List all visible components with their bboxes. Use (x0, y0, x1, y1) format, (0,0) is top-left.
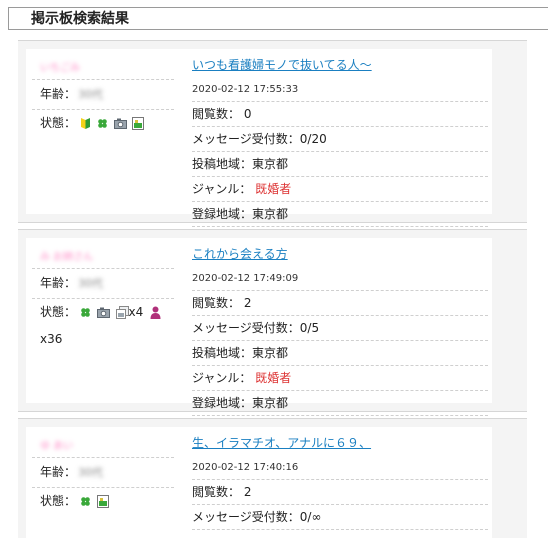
poster-info: み お姉さん 年齢： 30代 状態： x4 x36 (32, 238, 174, 346)
clover-icon (80, 496, 91, 507)
views-row: 閲覧数： 0 (192, 102, 488, 127)
post-details: これから会える方 2020-02-12 17:49:09 閲覧数： 2 メッセー… (192, 238, 488, 416)
views-label: 閲覧数： (192, 107, 241, 121)
person-icon (150, 306, 161, 319)
nickname[interactable]: ゆ あい (40, 437, 73, 452)
age-label: 年齢： (40, 465, 77, 479)
page-title: 掲示板検索結果 (8, 7, 548, 30)
photo-count: x4 (128, 305, 144, 319)
camera-icon (96, 307, 110, 318)
post-card: ゆ あい 年齢： 30代 状態： 生、イラマチオ、アナルに６９、 2020-02-… (18, 418, 527, 538)
post-area-value: 東京都 (252, 157, 289, 171)
status-label: 状態： (40, 116, 77, 130)
messages-row: メッセージ受付数：0/20 (192, 127, 488, 152)
post-inner: いちごみ 年齢： 30代 状態： いつも看護婦モノで抜いてる人～ 2020-02… (26, 49, 492, 227)
nickname-row: み お姉さん (32, 238, 174, 269)
views-row: 閲覧数： 2 (192, 480, 488, 505)
reg-area-row: 登録地域：東京都 (192, 391, 488, 416)
messages-value: 0/5 (299, 321, 320, 335)
reg-area-label: 登録地域： (192, 207, 253, 221)
messages-label: メッセージ受付数： (192, 321, 300, 335)
post-area-row: 投稿地域：東京都 (192, 341, 488, 366)
photo-icon (96, 495, 109, 508)
post-title-link[interactable]: いつも看護婦モノで抜いてる人～ (192, 49, 488, 79)
age-label: 年齢： (40, 276, 77, 290)
nickname[interactable]: み お姉さん (40, 248, 93, 263)
post-inner: ゆ あい 年齢： 30代 状態： 生、イラマチオ、アナルに６９、 2020-02-… (26, 427, 492, 538)
nickname-row: ゆ あい (32, 427, 174, 458)
reg-area-value: 東京都 (252, 207, 289, 221)
views-value: 0 (243, 107, 252, 121)
messages-label: メッセージ受付数： (192, 510, 300, 524)
beginner-icon (80, 117, 91, 130)
clover-icon (97, 118, 108, 129)
status-row: 状態： (32, 110, 174, 139)
poster-info: ゆ あい 年齢： 30代 状態： (32, 427, 174, 517)
reg-area-label: 登録地域： (192, 396, 253, 410)
post-details: いつも看護婦モノで抜いてる人～ 2020-02-12 17:55:33 閲覧数：… (192, 49, 488, 227)
person-count: x36 (40, 332, 63, 346)
nickname[interactable]: いちごみ (40, 59, 80, 74)
post-details: 生、イラマチオ、アナルに６９、 2020-02-12 17:40:16 閲覧数：… (192, 427, 488, 530)
status-row: 状態： x4 x36 (32, 299, 174, 346)
nickname-row: いちごみ (32, 49, 174, 80)
post-card: み お姉さん 年齢： 30代 状態： x4 x36 これから会える方 2020-… (18, 229, 527, 416)
post-datetime: 2020-02-12 17:40:16 (192, 457, 488, 480)
views-row: 閲覧数： 2 (192, 291, 488, 316)
reg-area-value: 東京都 (252, 396, 289, 410)
genre-row: ジャンル： 既婚者 (192, 177, 488, 202)
views-value: 2 (243, 296, 252, 310)
age-value: 30代 (78, 88, 104, 101)
photo-icon (132, 117, 145, 130)
genre-label: ジャンル： (192, 371, 252, 385)
age-value: 30代 (78, 466, 104, 479)
status-label: 状態： (40, 494, 77, 508)
age-row: 年齢： 30代 (32, 269, 174, 299)
age-value: 30代 (78, 277, 104, 290)
post-card: いちごみ 年齢： 30代 状態： いつも看護婦モノで抜いてる人～ 2020-02… (18, 40, 527, 227)
genre-value: 既婚者 (255, 371, 292, 385)
messages-value: 0/∞ (299, 510, 322, 524)
genre-value: 既婚者 (255, 182, 292, 196)
post-area-label: 投稿地域： (192, 346, 253, 360)
genre-row: ジャンル： 既婚者 (192, 366, 488, 391)
camera-icon (113, 118, 127, 129)
age-row: 年齢： 30代 (32, 80, 174, 110)
age-row: 年齢： 30代 (32, 458, 174, 488)
views-label: 閲覧数： (192, 485, 241, 499)
post-title-link[interactable]: 生、イラマチオ、アナルに６９、 (192, 427, 488, 457)
multi-photo-icon (115, 306, 129, 319)
poster-info: いちごみ 年齢： 30代 状態： (32, 49, 174, 139)
post-area-label: 投稿地域： (192, 157, 253, 171)
views-value: 2 (243, 485, 252, 499)
status-row: 状態： (32, 488, 174, 517)
status-label: 状態： (40, 305, 77, 319)
clover-icon (80, 307, 91, 318)
reg-area-row: 登録地域：東京都 (192, 202, 488, 227)
post-inner: み お姉さん 年齢： 30代 状態： x4 x36 これから会える方 2020-… (26, 238, 492, 416)
post-datetime: 2020-02-12 17:55:33 (192, 79, 488, 102)
post-datetime: 2020-02-12 17:49:09 (192, 268, 488, 291)
post-area-value: 東京都 (252, 346, 289, 360)
messages-label: メッセージ受付数： (192, 132, 300, 146)
post-title-link[interactable]: これから会える方 (192, 238, 488, 268)
age-label: 年齢： (40, 87, 77, 101)
post-area-row: 投稿地域：東京都 (192, 152, 488, 177)
genre-label: ジャンル： (192, 182, 252, 196)
messages-value: 0/20 (299, 132, 327, 146)
views-label: 閲覧数： (192, 296, 241, 310)
messages-row: メッセージ受付数：0/5 (192, 316, 488, 341)
